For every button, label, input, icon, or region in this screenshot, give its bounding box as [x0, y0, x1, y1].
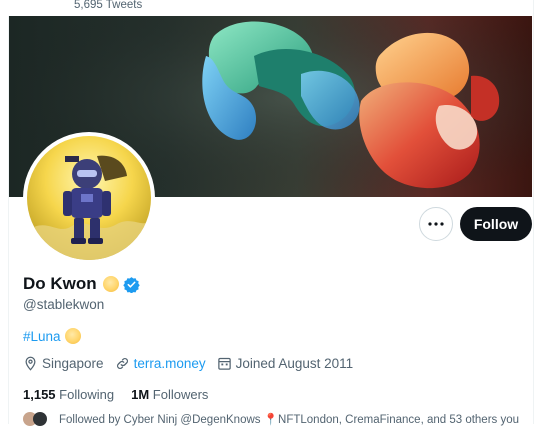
avatar-image — [27, 136, 151, 260]
joined-text: Joined August 2011 — [235, 356, 354, 371]
followers-label: Followers — [152, 387, 209, 402]
location-item: Singapore — [23, 356, 104, 371]
more-options-button[interactable] — [419, 207, 453, 241]
map-pin-icon — [25, 356, 36, 371]
profile-meta: Singapore terra.money Joined August 2011 — [23, 356, 364, 371]
profile-bio: #Luna — [23, 328, 81, 344]
follow-button[interactable]: Follow — [460, 207, 532, 241]
followers-link[interactable]: 1M Followers — [131, 387, 208, 402]
profile-name-row: Do Kwon — [23, 274, 140, 294]
location-text: Singapore — [42, 356, 104, 371]
website-item: terra.money — [115, 356, 206, 371]
following-count: 1,155 — [23, 387, 56, 402]
followers-count: 1M — [131, 387, 150, 402]
moon-emoji-icon — [64, 328, 81, 344]
website-link[interactable]: terra.money — [134, 356, 206, 371]
profile-avatar[interactable] — [23, 132, 155, 264]
column-border-right — [533, 0, 534, 424]
more-horizontal-icon — [428, 222, 444, 226]
tweets-count: 5,695 Tweets — [74, 0, 143, 11]
verified-badge-icon[interactable] — [122, 276, 140, 293]
calendar-icon — [217, 357, 231, 370]
display-name: Do Kwon — [23, 274, 97, 293]
follow-stats: 1,155 Following 1M Followers — [23, 387, 225, 402]
following-label: Following — [59, 387, 115, 402]
following-link[interactable]: 1,155 Following — [23, 387, 114, 402]
moon-emoji-icon — [102, 276, 119, 292]
joined-item: Joined August 2011 — [217, 356, 354, 371]
bio-hashtag-link[interactable]: #Luna — [23, 329, 61, 344]
profile-handle: @stablekwon — [23, 297, 105, 312]
profile-header-bar: 5,695 Tweets — [0, 0, 556, 16]
link-icon — [116, 358, 128, 369]
